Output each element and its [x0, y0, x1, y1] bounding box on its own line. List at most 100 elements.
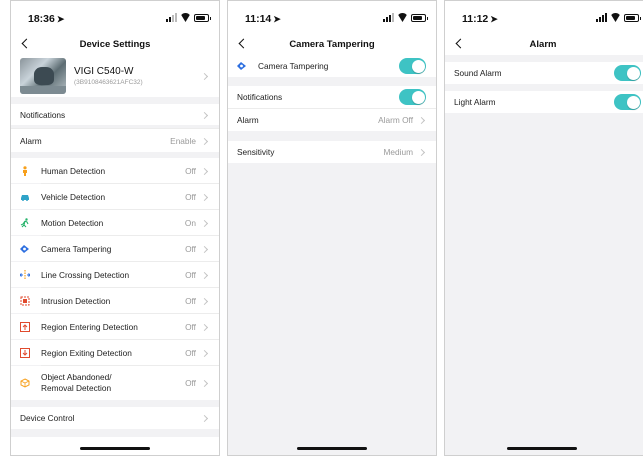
chevron-right-icon: [201, 219, 209, 227]
detection-value: Off: [185, 191, 196, 202]
light-alarm-toggle[interactable]: [614, 94, 641, 110]
detection-row-intrusion[interactable]: Intrusion Detection Off: [11, 288, 219, 313]
battery-icon: [624, 14, 641, 22]
chevron-right-icon: [201, 414, 209, 422]
sensitivity-value: Medium: [383, 147, 413, 157]
detection-label: Motion Detection: [41, 217, 104, 228]
camera-tampering-screen: 11:14 ➤ Camera Tampering Camera Tampering…: [227, 0, 437, 456]
device-name: VIGI C540-W: [74, 66, 134, 77]
alarm-value: Enable: [170, 135, 196, 146]
detection-label-line2: Removal Detection: [41, 383, 112, 393]
notifications-label: Notifications: [20, 109, 66, 120]
line-crossing-icon: [20, 269, 30, 280]
detection-value: Off: [185, 165, 196, 176]
region-exiting-icon: [20, 347, 30, 358]
alarm-screen: 11:12 ➤ Alarm Sound Alarm Light Alarm: [444, 0, 643, 456]
motion-icon: [20, 217, 30, 228]
chevron-right-icon: [201, 271, 209, 279]
detection-value: On: [184, 217, 196, 228]
status-bar: 18:36 ➤: [11, 1, 219, 33]
light-alarm-row: Light Alarm: [445, 91, 643, 113]
home-indicator: [297, 447, 367, 450]
chevron-right-icon: [418, 116, 426, 124]
detection-value: Off: [185, 295, 196, 306]
status-time: 18:36 ➤: [28, 13, 65, 25]
wifi-icon: [397, 13, 408, 22]
page-title: Device Settings: [79, 39, 151, 50]
location-arrow-icon: ➤: [56, 14, 65, 24]
chevron-right-icon: [418, 148, 426, 156]
status-bar: 11:12 ➤: [445, 1, 643, 33]
status-time: 11:14 ➤: [245, 13, 281, 25]
chevron-right-icon: [201, 137, 209, 145]
page-title: Camera Tampering: [289, 39, 375, 50]
chevron-right-icon: [201, 297, 209, 305]
detection-value: Off: [185, 347, 196, 358]
detection-value: Off: [185, 321, 196, 332]
alarm-row[interactable]: Alarm Enable: [11, 129, 219, 152]
chevron-right-icon: [201, 323, 209, 331]
detection-label: Region Exiting Detection: [41, 347, 132, 358]
wifi-icon: [180, 13, 191, 22]
location-arrow-icon: ➤: [490, 14, 498, 24]
sensitivity-label: Sensitivity: [237, 147, 275, 157]
detection-value: Off: [185, 378, 196, 388]
detection-label: Object Abandoned/: [41, 372, 112, 382]
detection-row-object-abandoned[interactable]: Object Abandoned/ Removal Detection Off: [11, 366, 219, 400]
camera-thumbnail: [20, 58, 66, 94]
detection-row-region-exiting[interactable]: Region Exiting Detection Off: [11, 340, 219, 365]
page-title: Alarm: [529, 39, 557, 50]
home-indicator: [507, 447, 577, 450]
nav-bar: Alarm: [445, 33, 643, 55]
camera-tampering-icon: [237, 61, 247, 71]
human-icon: [20, 165, 30, 176]
alarm-label: Alarm: [237, 115, 259, 125]
detection-row-region-entering[interactable]: Region Entering Detection Off: [11, 314, 219, 339]
camera-tampering-toggle[interactable]: [399, 58, 426, 74]
notifications-toggle[interactable]: [399, 89, 426, 105]
detection-value: Off: [185, 269, 196, 280]
notifications-row: Notifications: [228, 86, 436, 108]
camera-tampering-icon: [20, 244, 30, 254]
alarm-row[interactable]: Alarm Alarm Off: [228, 109, 436, 131]
battery-icon: [411, 14, 428, 22]
detection-label: Line Crossing Detection: [41, 269, 130, 280]
detection-row-motion[interactable]: Motion Detection On: [11, 210, 219, 235]
device-settings-screen: 18:36 ➤ Device Settings VIGI C540-W (3B91…: [10, 0, 220, 456]
detection-label: Intrusion Detection: [41, 295, 111, 306]
chevron-right-icon: [201, 379, 209, 387]
alarm-label: Alarm: [20, 135, 42, 146]
chevron-right-icon: [201, 72, 209, 80]
home-indicator: [80, 447, 150, 450]
camera-tampering-row: Camera Tampering: [228, 55, 436, 77]
detection-label: Human Detection: [41, 165, 106, 176]
cellular-signal-icon: [596, 13, 607, 22]
detection-row-vehicle[interactable]: Vehicle Detection Off: [11, 184, 219, 209]
intrusion-icon: [20, 296, 30, 306]
wifi-icon: [610, 13, 621, 22]
chevron-right-icon: [201, 193, 209, 201]
alarm-value: Alarm Off: [378, 115, 413, 125]
cellular-signal-icon: [383, 13, 394, 22]
camera-tampering-label: Camera Tampering: [258, 61, 329, 71]
detection-label: Camera Tampering: [41, 243, 112, 254]
detection-row-camera-tampering[interactable]: Camera Tampering Off: [11, 236, 219, 261]
sound-alarm-toggle[interactable]: [614, 65, 641, 81]
notifications-label: Notifications: [237, 92, 283, 102]
detection-row-line-crossing[interactable]: Line Crossing Detection Off: [11, 262, 219, 287]
chevron-right-icon: [201, 349, 209, 357]
location-arrow-icon: ➤: [273, 14, 281, 24]
chevron-right-icon: [201, 111, 209, 119]
sensitivity-row[interactable]: Sensitivity Medium: [228, 141, 436, 163]
light-alarm-label: Light Alarm: [454, 97, 496, 107]
chevron-right-icon: [201, 167, 209, 175]
device-info-row[interactable]: VIGI C540-W (3B9108463621AFC32): [11, 55, 219, 97]
nav-bar: Camera Tampering: [228, 33, 436, 55]
notifications-row[interactable]: Notifications: [11, 104, 219, 125]
object-abandoned-icon: [20, 378, 30, 388]
detection-value: Off: [185, 243, 196, 254]
device-control-row[interactable]: Device Control: [11, 407, 219, 429]
region-entering-icon: [20, 321, 30, 332]
vehicle-icon: [20, 192, 30, 202]
detection-row-human[interactable]: Human Detection Off: [11, 158, 219, 183]
